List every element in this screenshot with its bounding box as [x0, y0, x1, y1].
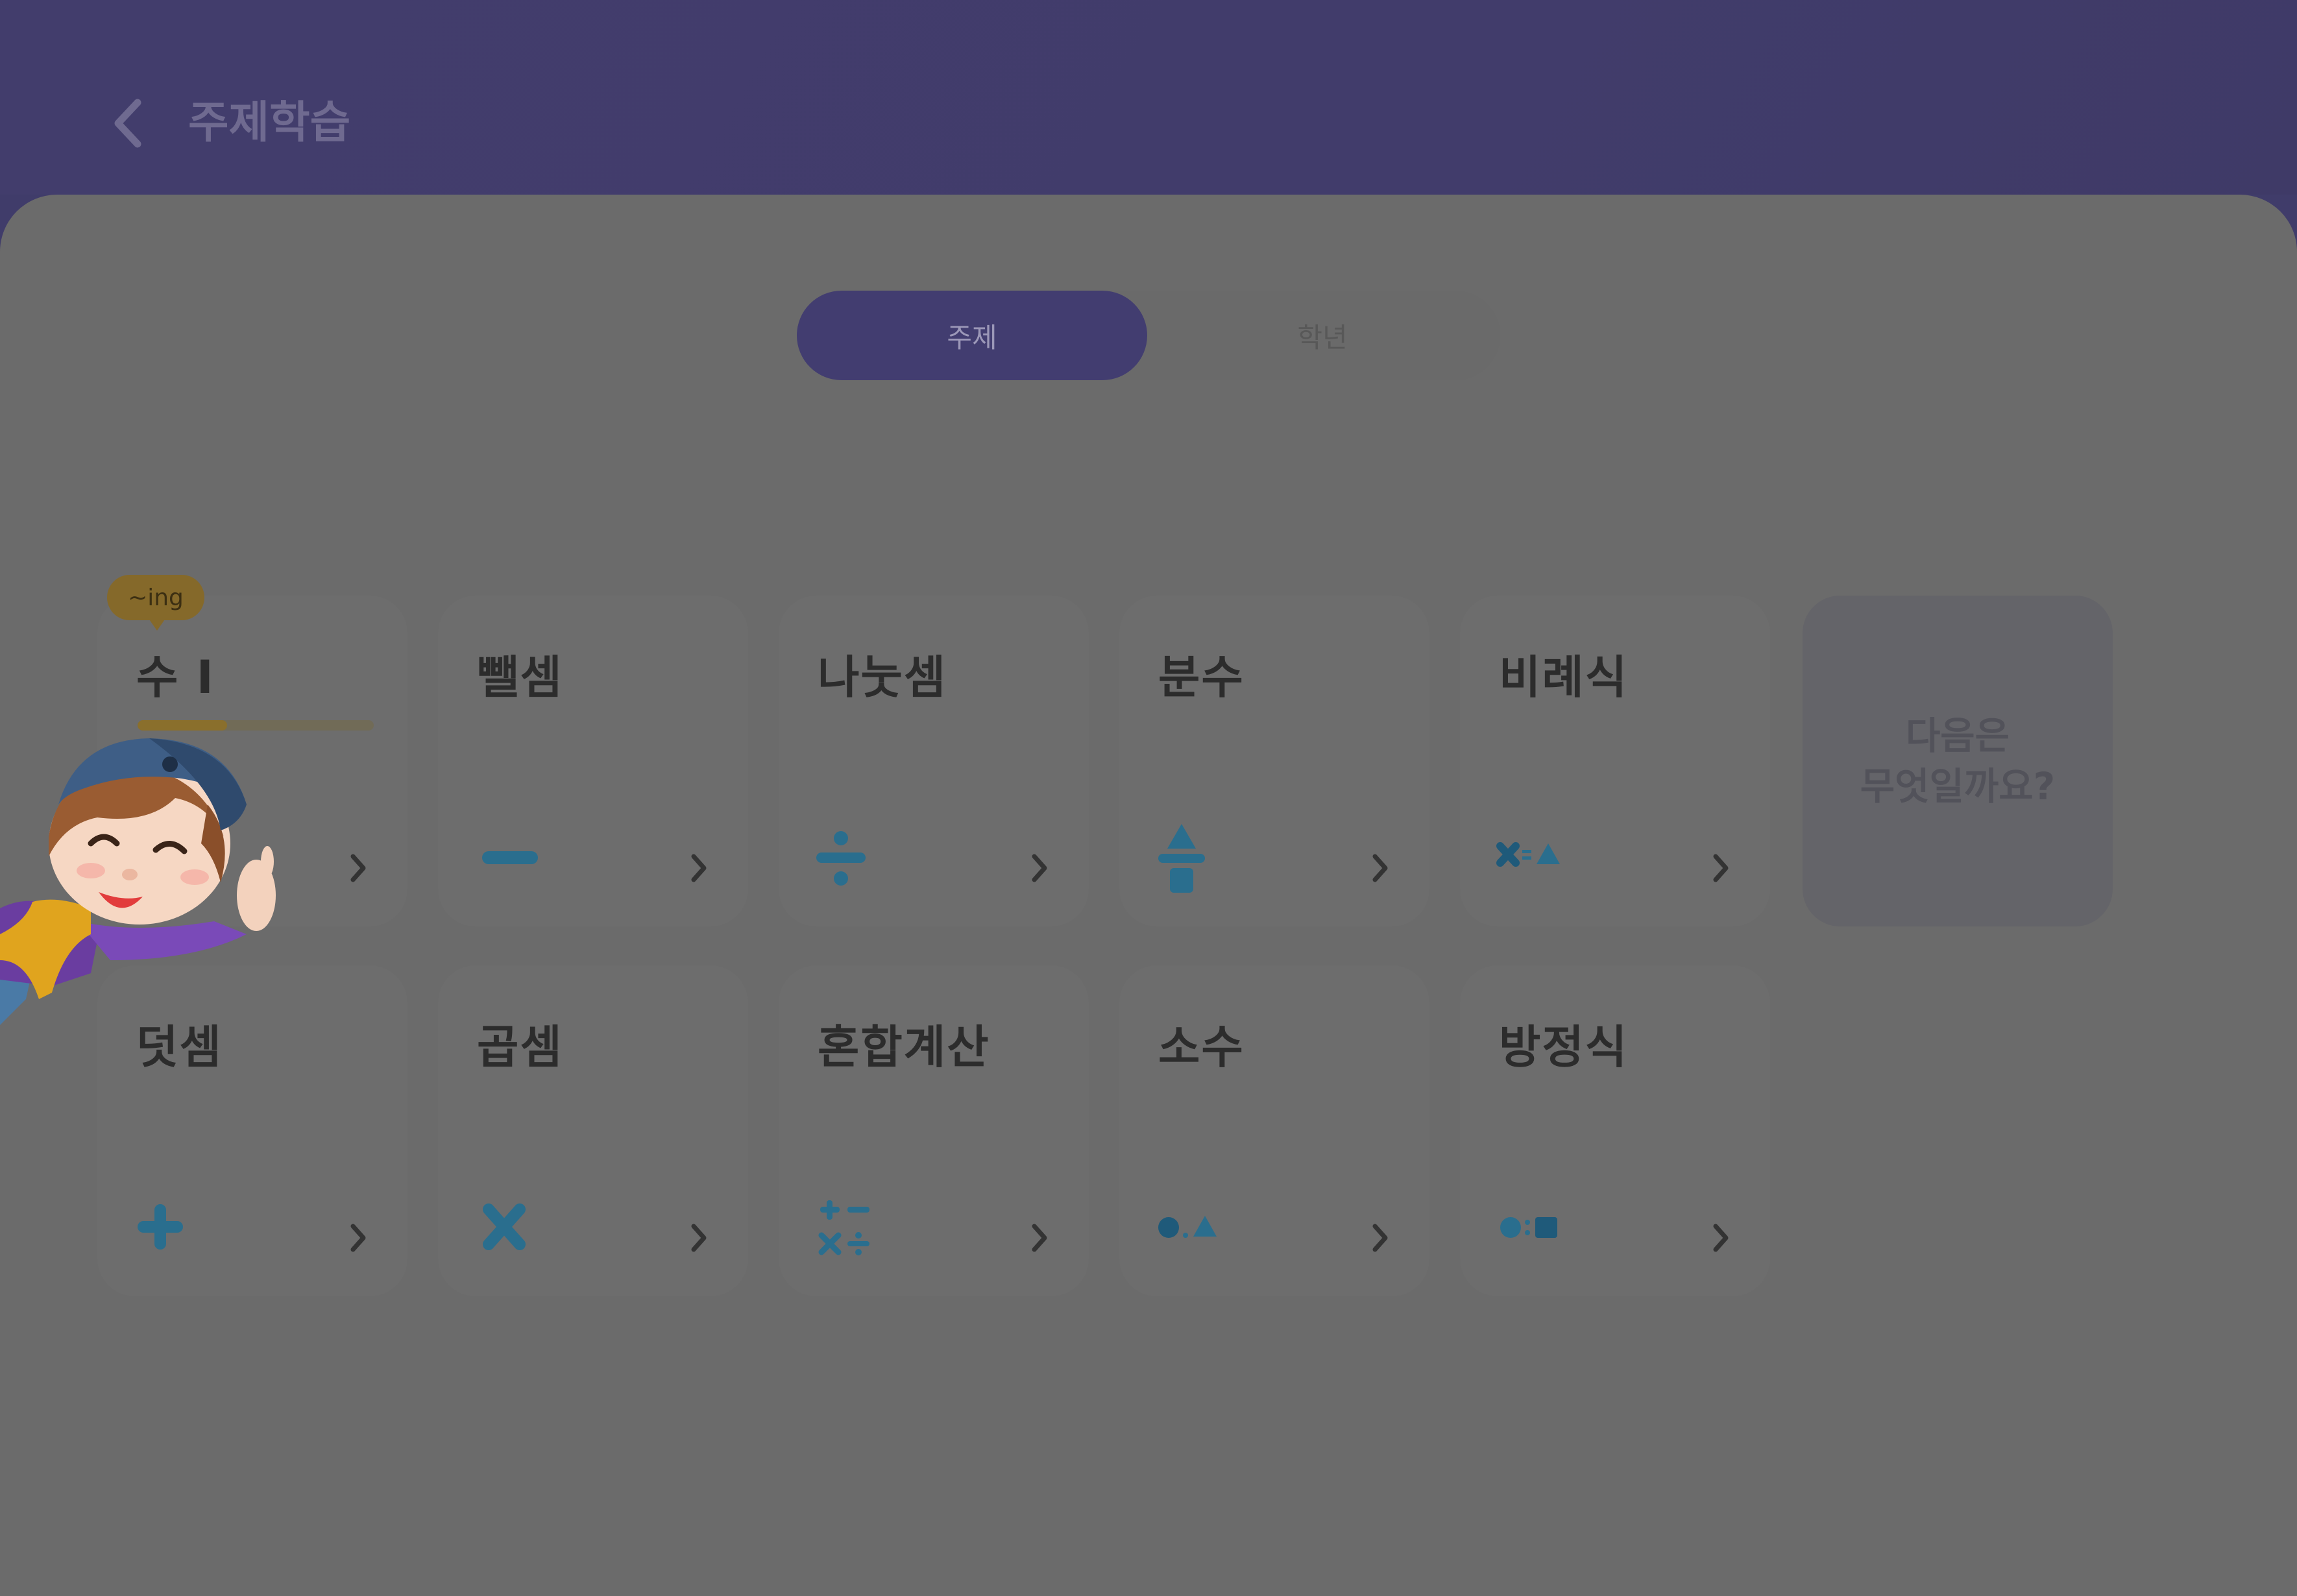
topic-card-mixed-calc[interactable]: 혼합계산: [779, 965, 1089, 1296]
card-title: 분수: [1158, 651, 1245, 704]
card-title: 나눗셈: [818, 651, 947, 704]
card-title: 소수: [1158, 1021, 1245, 1074]
tab-topic[interactable]: 주제: [797, 291, 1147, 380]
topic-card-equation[interactable]: 방정식: [1460, 965, 1770, 1296]
topic-card-fraction[interactable]: 분수: [1119, 596, 1429, 926]
fraction-icon: [1158, 824, 1205, 893]
ratio-equation-icon: [1496, 842, 1560, 867]
card-title: 비례식: [1499, 651, 1629, 704]
card-title: 뺄셈: [477, 651, 563, 704]
topic-card-multiplication[interactable]: 곱셈: [438, 965, 748, 1296]
card-title: 방정식: [1499, 1021, 1629, 1074]
badge-tail: [148, 618, 166, 631]
header: 주제학습: [0, 0, 2297, 195]
decimal-icon: [1158, 1216, 1217, 1238]
topic-card-proportion[interactable]: 비례식: [1460, 596, 1770, 926]
chevron-right-icon: [1713, 1224, 1729, 1252]
mascot-character: [0, 738, 276, 1025]
topic-card-division[interactable]: 나눗셈: [779, 596, 1089, 926]
card-title: 곱셈: [477, 1021, 563, 1074]
chevron-right-icon: [691, 1224, 707, 1252]
chevron-left-icon: [114, 99, 141, 148]
topic-card-subtraction[interactable]: 뺄셈: [438, 596, 748, 926]
minus-icon: [482, 851, 538, 864]
view-toggle: 주제 학년: [797, 291, 1500, 380]
chevron-right-icon: [1372, 1224, 1388, 1252]
multiply-icon: [483, 1203, 526, 1250]
tab-grade[interactable]: 학년: [1147, 291, 1498, 380]
card-title: 수 I: [136, 651, 215, 704]
chevron-right-icon: [691, 854, 707, 882]
chevron-right-icon: [1032, 1224, 1047, 1252]
chevron-right-icon: [350, 1224, 366, 1252]
back-button[interactable]: [103, 91, 154, 156]
card-title: 혼합계산: [818, 1021, 990, 1074]
chevron-right-icon: [350, 854, 366, 882]
chevron-right-icon: [1713, 854, 1729, 882]
next-topic-text: 다음은 무엇일까요?: [1860, 714, 2056, 808]
next-topic-placeholder: 다음은 무엇일까요?: [1803, 596, 2113, 926]
chevron-right-icon: [1372, 854, 1388, 882]
plus-icon: [138, 1204, 183, 1250]
equation-icon: [1500, 1217, 1557, 1238]
topic-card-decimal[interactable]: 소수: [1119, 965, 1429, 1296]
mixed-operations-icon: [818, 1200, 869, 1255]
chevron-right-icon: [1032, 854, 1047, 882]
divide-icon: [816, 831, 866, 886]
in-progress-badge: ~ing: [107, 575, 204, 620]
page-title: 주제학습: [188, 97, 351, 149]
